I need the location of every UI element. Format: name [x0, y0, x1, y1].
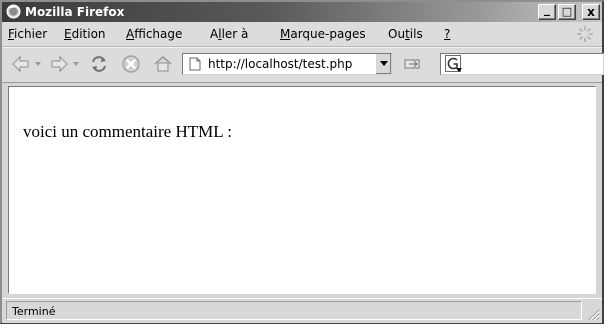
menu-aller[interactable]: Aller à	[210, 27, 248, 41]
firefox-icon	[6, 4, 21, 19]
window-controls-gap	[578, 4, 580, 20]
close-button[interactable]: x	[582, 4, 600, 20]
menu-marque-pages[interactable]: Marque-pages	[280, 27, 366, 41]
throbber-icon	[576, 25, 594, 43]
url-bar[interactable]: http://localhost/test.php	[182, 53, 392, 75]
menu-edition[interactable]: Edition	[64, 27, 106, 41]
menu-edition-mnemonic: E	[64, 27, 72, 41]
menu-affichage-mnemonic: A	[126, 27, 135, 41]
back-dropdown-icon[interactable]	[34, 61, 42, 67]
menu-fichier[interactable]: Fichier	[8, 27, 47, 41]
navigation-toolbar: http://localhost/test.php	[2, 47, 604, 83]
menu-marque-pages-mnemonic: M	[280, 27, 291, 41]
title-bar[interactable]: Mozilla Firefox _ □ x	[2, 2, 602, 22]
menu-fichier-label: ichier	[14, 27, 48, 41]
search-engine-icon[interactable]	[445, 55, 469, 73]
menu-help-mnemonic: ?	[444, 27, 451, 41]
search-box[interactable]	[440, 53, 604, 75]
go-icon[interactable]	[402, 56, 424, 72]
status-bar: Terminé	[2, 298, 602, 323]
menu-aller-prefix: A	[210, 27, 219, 41]
home-icon[interactable]	[152, 53, 174, 75]
chevron-down-icon	[379, 61, 388, 66]
menu-outils[interactable]: Outils	[388, 27, 423, 41]
menu-marque-pages-label: arque-pages	[290, 27, 366, 41]
resize-grip-icon[interactable]	[586, 307, 600, 321]
minimize-icon: _	[544, 2, 550, 16]
status-panel: Terminé	[6, 301, 582, 320]
menu-affichage-label: ffichage	[134, 27, 183, 41]
reload-icon[interactable]	[88, 53, 110, 75]
menu-outils-prefix: Ou	[388, 27, 406, 41]
menu-affichage[interactable]: Affichage	[126, 27, 182, 41]
browser-window: Mozilla Firefox _ □ x Fichier Edition Af…	[0, 0, 604, 324]
maximize-button[interactable]: □	[558, 4, 576, 20]
minimize-button[interactable]: _	[538, 2, 556, 20]
close-icon: x	[587, 5, 595, 19]
window-title: Mozilla Firefox	[25, 5, 125, 19]
menu-aller-label: ler à	[221, 27, 249, 41]
menu-bar: Fichier Edition Affichage Aller à Marque…	[2, 22, 602, 47]
forward-dropdown-icon[interactable]	[72, 61, 80, 67]
back-icon[interactable]	[10, 53, 32, 75]
menu-outils-label: ils	[409, 27, 423, 41]
maximize-icon: □	[561, 5, 573, 18]
page-text: voici un commentaire HTML :	[23, 122, 232, 141]
stop-icon[interactable]	[120, 53, 142, 75]
status-text: Terminé	[12, 305, 56, 318]
page-content[interactable]: voici un commentaire HTML :	[8, 86, 596, 294]
url-dropdown-button[interactable]	[375, 54, 391, 74]
menu-edition-label: dition	[71, 27, 106, 41]
url-text[interactable]: http://localhost/test.php	[208, 57, 352, 71]
forward-icon[interactable]	[48, 53, 70, 75]
window-controls: _ □ x	[538, 2, 600, 20]
menu-help[interactable]: ?	[444, 27, 450, 41]
page-icon	[189, 57, 201, 71]
google-icon	[445, 55, 462, 72]
